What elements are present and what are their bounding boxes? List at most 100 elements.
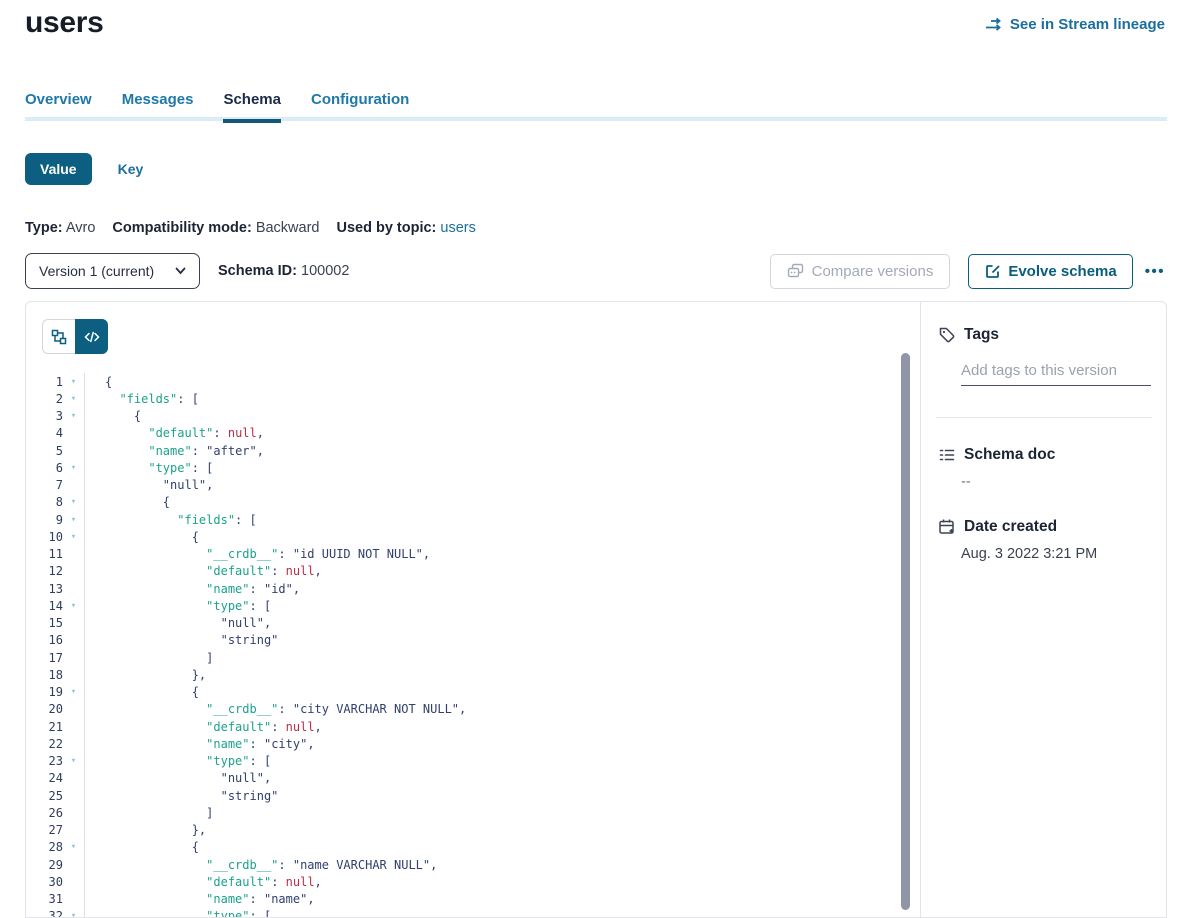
code-line: 25 "string" [26,787,920,804]
code-line: 5 "name": "after", [26,442,920,459]
schema-id: Schema ID: 100002 [218,263,349,279]
stream-lineage-link[interactable]: See in Stream lineage [985,15,1165,33]
code-line: 23▾ "type": [ [26,753,920,770]
line-gutter: 2▾ [26,392,84,406]
line-number: 2 [26,392,63,406]
code-view-button[interactable] [75,319,108,354]
version-select[interactable]: Version 1 (current) [25,253,200,289]
line-gutter: 29 [26,858,84,872]
type-value: Avro [66,220,96,236]
code-line-text: "null", [84,616,271,630]
code-view-icon [83,328,101,346]
compare-versions-icon [787,263,804,279]
schema-doc-value: -- [961,474,1150,490]
code-scrollbar-thumb[interactable] [901,353,910,910]
code-line: 30 "default": null, [26,873,920,890]
line-number: 4 [26,426,63,440]
line-gutter: 5 [26,444,84,458]
version-bar: Version 1 (current) Schema ID: 100002 Co… [25,253,1167,289]
code-line-text: { [84,495,170,509]
value-toggle-button[interactable]: Value [25,153,92,185]
line-gutter: 30 [26,875,84,889]
evolve-schema-button[interactable]: Evolve schema [968,254,1132,289]
code-line: 13 "name": "id", [26,580,920,597]
code-line-text: ] [84,806,213,820]
date-created-title: Date created [964,518,1057,536]
code-line: 20 "__crdb__": "city VARCHAR NOT NULL", [26,701,920,718]
tab-track [25,117,1167,121]
tree-view-button[interactable] [42,319,75,354]
schema-doc-title: Schema doc [964,446,1055,464]
code-line-text: { [84,685,199,699]
tree-view-icon [50,328,68,346]
code-line: 31 "name": "name", [26,891,920,908]
line-gutter: 15 [26,616,84,630]
compare-versions-button[interactable]: Compare versions [770,254,951,289]
key-toggle-button[interactable]: Key [118,161,144,177]
fold-toggle-icon[interactable]: ▾ [63,756,84,766]
compatibility-value: Backward [256,220,320,236]
code-line-text: { [84,375,112,389]
fold-toggle-icon[interactable]: ▾ [63,911,84,917]
line-gutter: 24 [26,771,84,785]
type-meta: Type: Avro [25,220,95,236]
line-gutter: 21 [26,720,84,734]
more-actions-button[interactable]: ••• [1143,259,1167,284]
fold-toggle-icon[interactable]: ▾ [63,497,84,507]
code-line: 3▾ { [26,408,920,425]
schema-id-label: Schema ID: [218,263,297,279]
line-number: 10 [26,530,63,544]
line-number: 26 [26,806,63,820]
code-line: 26 ] [26,804,920,821]
evolve-schema-label: Evolve schema [1008,263,1116,280]
fold-toggle-icon[interactable]: ▾ [63,601,84,611]
line-number: 6 [26,461,63,475]
schema-panel: 1▾{2▾ "fields": [3▾ {4 "default": null,5… [25,301,1167,918]
line-number: 8 [26,495,63,509]
fold-toggle-icon[interactable]: ▾ [63,394,84,404]
line-number: 29 [26,858,63,872]
code-line-text: "string" [84,633,278,647]
code-editor[interactable]: 1▾{2▾ "fields": [3▾ {4 "default": null,5… [26,373,920,917]
schema-doc-section: Schema doc -- [938,446,1150,490]
line-gutter: 14▾ [26,599,84,613]
fold-toggle-icon[interactable]: ▾ [63,377,84,387]
tags-input[interactable] [961,360,1151,386]
tags-heading: Tags [938,326,1150,344]
line-gutter: 27 [26,823,84,837]
line-number: 21 [26,720,63,734]
code-line-text: "__crdb__": "name VARCHAR NULL", [84,858,437,872]
tag-icon [938,326,956,344]
line-number: 24 [26,771,63,785]
line-number: 15 [26,616,63,630]
line-number: 11 [26,547,63,561]
fold-toggle-icon[interactable]: ▾ [63,463,84,473]
code-line-text: "default": null, [84,720,322,734]
code-line: 19▾ { [26,684,920,701]
code-line: 17 ] [26,649,920,666]
version-select-value: Version 1 (current) [39,263,154,279]
code-line-text: { [84,530,199,544]
evolve-schema-icon [984,263,1000,279]
date-created-section: Date created Aug. 3 2022 3:21 PM [938,518,1150,562]
list-icon [938,446,956,464]
code-line: 15 "null", [26,615,920,632]
line-gutter: 28▾ [26,840,84,854]
fold-toggle-icon[interactable]: ▾ [63,515,84,525]
compatibility-meta: Compatibility mode: Backward [112,220,319,236]
code-line-text: "type": [ [84,599,271,613]
line-number: 14 [26,599,63,613]
line-number: 9 [26,513,63,527]
code-pane: 1▾{2▾ "fields": [3▾ {4 "default": null,5… [26,302,920,917]
topic-link[interactable]: users [440,220,475,236]
code-line: 7 "null", [26,477,920,494]
fold-toggle-icon[interactable]: ▾ [63,842,84,852]
line-gutter: 16 [26,633,84,647]
fold-toggle-icon[interactable]: ▾ [63,687,84,697]
line-number: 1 [26,375,63,389]
code-line: 1▾{ [26,373,920,390]
code-line: 16 "string" [26,632,920,649]
fold-toggle-icon[interactable]: ▾ [63,532,84,542]
line-number: 5 [26,444,63,458]
fold-toggle-icon[interactable]: ▾ [63,411,84,421]
